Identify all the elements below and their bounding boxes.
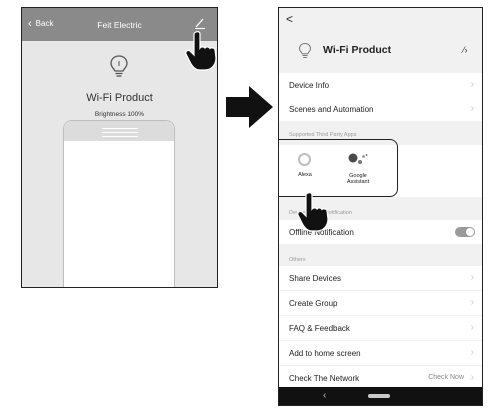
menu-item-label: Share Devices	[289, 274, 342, 283]
pointing-hand-icon	[297, 192, 329, 232]
nav-back-icon[interactable]: ‹	[323, 390, 326, 401]
edit-icon[interactable]: ⁄›	[463, 45, 468, 55]
nav-home-icon[interactable]	[368, 394, 390, 398]
menu-item-label: Check The Network	[289, 374, 360, 383]
chevron-right-icon: ›	[470, 297, 474, 308]
menu-item-add-home-screen[interactable]: Add to home screen ›	[279, 341, 482, 365]
menu-item-device-info[interactable]: Device Info ›	[279, 73, 482, 97]
offline-notification-toggle[interactable]	[455, 227, 475, 237]
google-assistant-icon	[348, 153, 368, 164]
android-nav-bar: ‹	[279, 387, 482, 405]
alexa-ring-icon	[298, 153, 311, 166]
menu-item-scenes[interactable]: Scenes and Automation ›	[279, 97, 482, 121]
third-party-apps: Alexa Google Assistant	[279, 139, 482, 197]
menu-item-faq[interactable]: FAQ & Feedback ›	[279, 316, 482, 340]
chevron-right-icon: ›	[470, 103, 474, 114]
menu-item-create-group[interactable]: Create Group ›	[279, 291, 482, 315]
brightness-label: Brightness 100%	[94, 111, 145, 118]
app-label: Alexa	[298, 172, 312, 178]
back-button[interactable]: <	[286, 12, 293, 26]
menu-item-label: Add to home screen	[289, 349, 361, 358]
toggle-knob	[466, 228, 474, 236]
chevron-right-icon: ›	[470, 372, 474, 383]
menu-item-label: Create Group	[289, 299, 338, 308]
device-name: Wi-Fi Product	[323, 44, 392, 56]
alexa-app[interactable]: Alexa	[290, 153, 320, 179]
chevron-right-icon: ›	[470, 322, 474, 333]
menu-item-share-devices[interactable]: Share Devices ›	[279, 266, 482, 290]
google-assistant-app[interactable]: Google Assistant	[340, 152, 376, 186]
page-title: Feit Electric	[97, 20, 142, 30]
check-now-value: Check Now	[428, 374, 464, 381]
bulb-icon	[298, 42, 312, 58]
app-label: Assistant	[346, 179, 370, 185]
bulb-icon	[110, 55, 128, 77]
menu-item-label: FAQ & Feedback	[289, 324, 350, 333]
brightness-band	[64, 121, 174, 141]
pointing-hand-icon	[185, 31, 217, 71]
brightness-slider-card[interactable]	[63, 120, 175, 287]
section-label: Others	[289, 257, 306, 263]
slider-line	[102, 128, 138, 129]
slider-line	[102, 132, 138, 133]
chevron-right-icon: ›	[470, 347, 474, 358]
section-label: Supported Third Party Apps	[289, 132, 357, 138]
slider-line	[102, 136, 138, 137]
device-name: Wi-Fi Product	[86, 92, 153, 104]
menu-item-label: Scenes and Automation	[289, 105, 374, 114]
arrow-right-icon	[226, 86, 273, 128]
chevron-right-icon: ›	[470, 272, 474, 283]
menu-item-label: Device Info	[289, 81, 330, 90]
edit-icon[interactable]	[193, 16, 207, 30]
chevron-right-icon: ›	[470, 79, 474, 90]
